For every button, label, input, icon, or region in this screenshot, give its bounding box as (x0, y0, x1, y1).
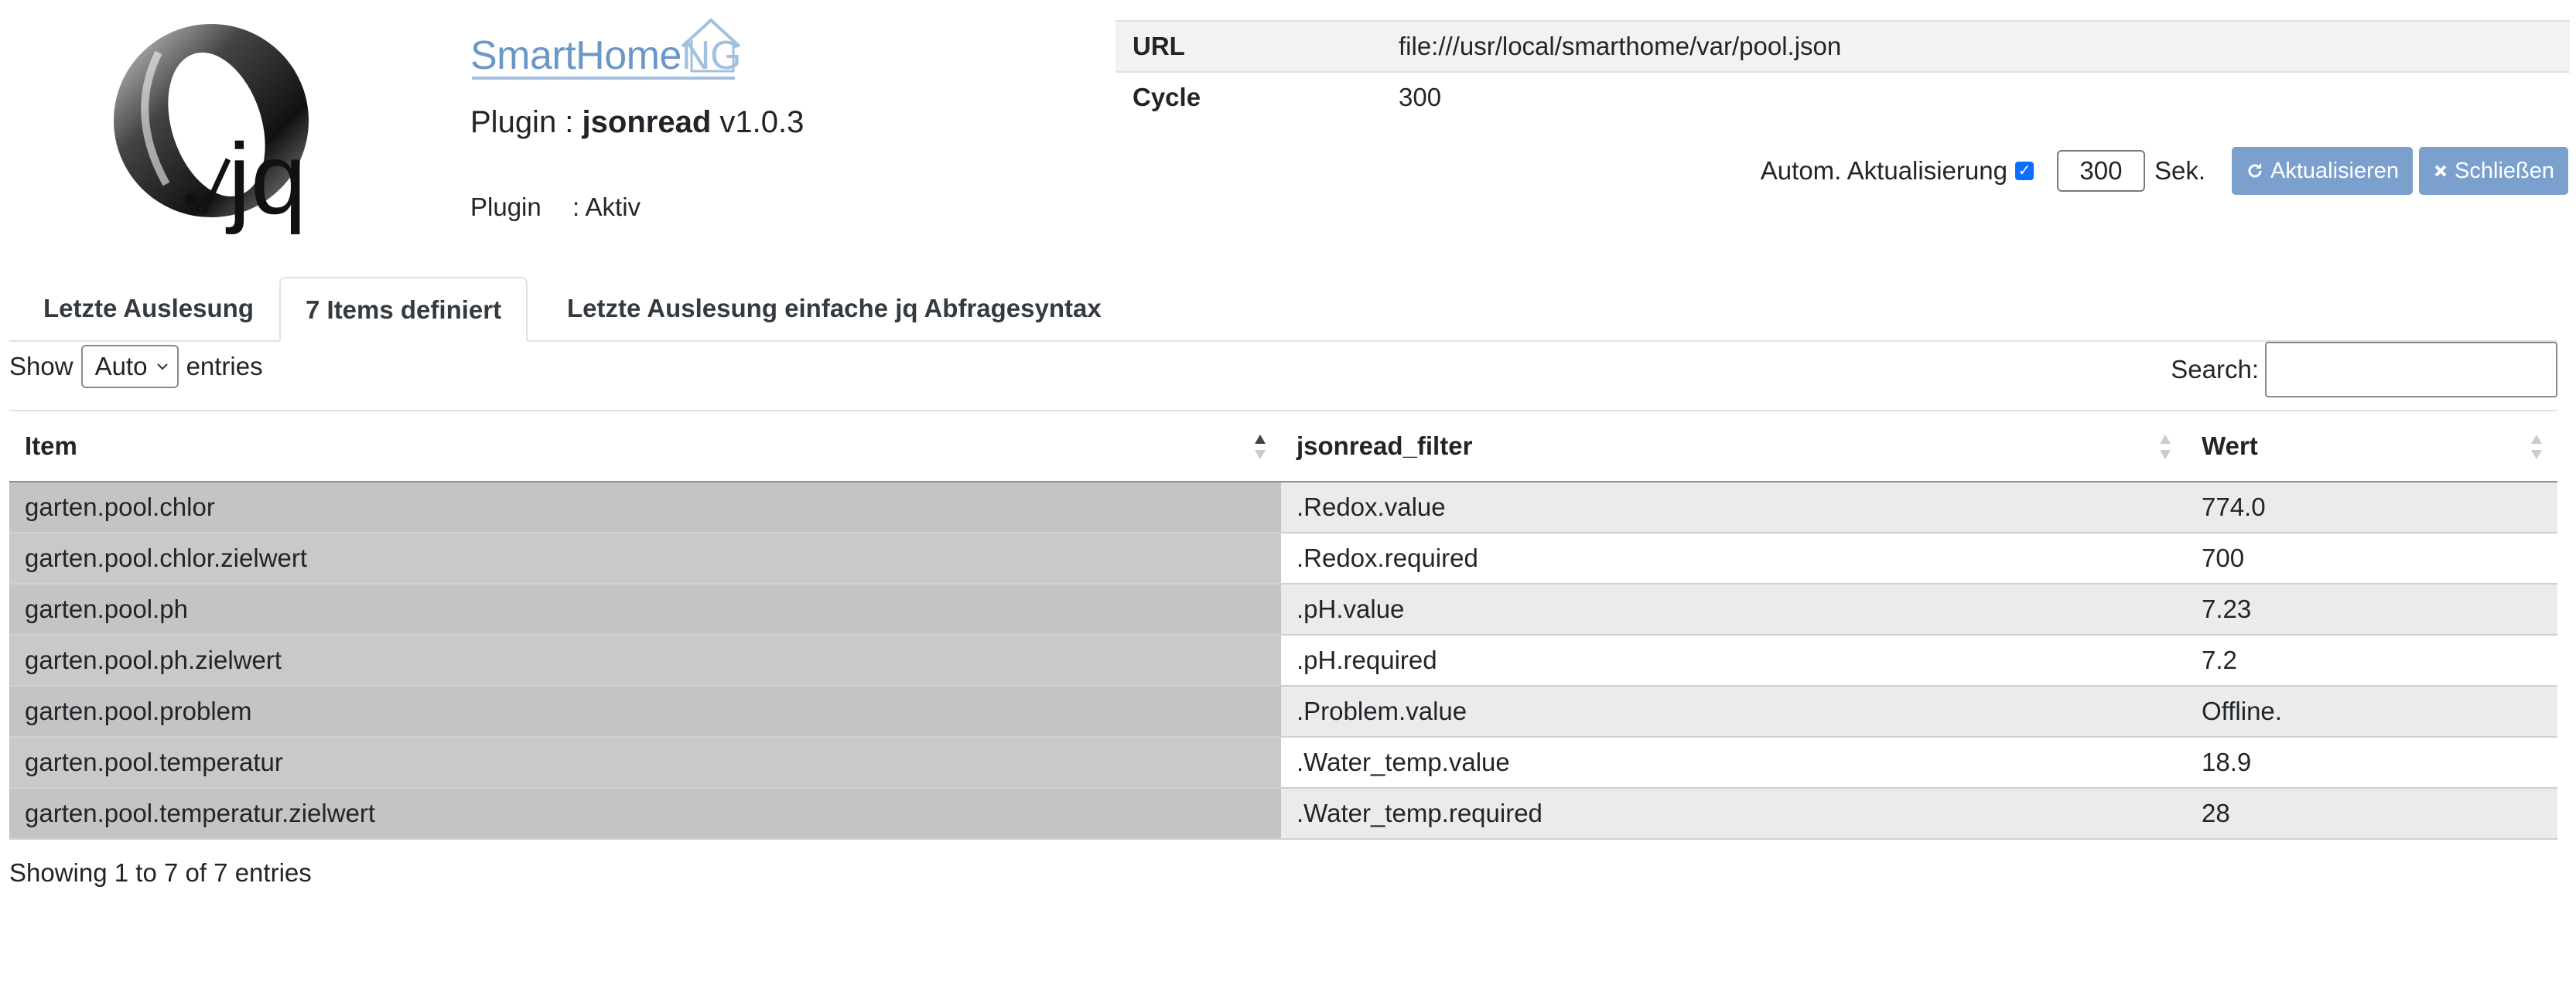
plugin-name: jsonread (582, 105, 712, 139)
table-row[interactable]: garten.pool.chlor .Redox.value 774.0 (9, 482, 2557, 534)
column-header-jsonread-filter[interactable]: jsonread_filter (1281, 410, 2186, 482)
chevron-down-icon (156, 363, 168, 370)
item-cell: garten.pool.ph.zielwert (9, 635, 1281, 687)
jq-logo: jq (112, 22, 356, 238)
table-row[interactable]: garten.pool.temperatur .Water_temp.value 1… (9, 737, 2557, 789)
entries-length-control: Show Auto entries (9, 345, 263, 388)
filter-cell: .Redox.value (1281, 482, 2186, 534)
item-cell: garten.pool.temperatur (9, 737, 1281, 789)
auto-refresh-bar: Autom. Aktualisierung ✓ 300 Sek. Aktuali… (1761, 147, 2568, 195)
refresh-button-label: Aktualisieren (2270, 158, 2400, 183)
value-cell: 700 (2186, 533, 2557, 585)
config-key: Cycle (1115, 71, 1382, 122)
table-row[interactable]: garten.pool.problem .Problem.value Offline… (9, 686, 2557, 738)
tab-last-reading-jq-syntax[interactable]: Letzte Auslesung einfache jq Abfragesynt… (542, 277, 1126, 340)
config-value: 300 (1382, 71, 2570, 122)
item-cell: garten.pool.chlor.zielwert (9, 533, 1281, 585)
refresh-icon (2248, 163, 2262, 178)
smarthomeng-logo: SmartHomeNG (470, 17, 741, 82)
entries-select[interactable]: Auto (80, 345, 179, 388)
value-cell: Offline. (2186, 686, 2557, 738)
items-table: Item jsonread_filter Wert garten.pool.ch… (9, 410, 2557, 840)
show-label: Show (9, 352, 73, 380)
plugin-status: Plugin: Aktiv (470, 193, 641, 221)
tab-bar: Letzte Auslesung 7 Items definiert Letzt… (9, 277, 2557, 342)
close-button-label: Schließen (2455, 158, 2554, 183)
column-header-item[interactable]: Item (9, 410, 1281, 482)
svg-text:jq: jq (225, 122, 306, 235)
brand-name: SmartHomeNG (470, 33, 741, 78)
entries-label: entries (186, 352, 263, 380)
refresh-interval-input[interactable]: 300 (2056, 150, 2145, 192)
filter-cell: .Redox.required (1281, 533, 2186, 585)
table-info: Showing 1 to 7 of 7 entries (9, 858, 312, 887)
config-key: URL (1115, 20, 1382, 72)
filter-cell: .Water_temp.required (1281, 788, 2186, 840)
table-row[interactable]: garten.pool.ph .pH.value 7.23 (9, 584, 2557, 636)
auto-refresh-label: Autom. Aktualisierung (1760, 156, 2007, 185)
value-cell: 7.23 (2186, 584, 2557, 636)
filter-cell: .pH.value (1281, 584, 2186, 636)
table-row[interactable]: garten.pool.ph.zielwert .pH.required 7.2 (9, 635, 2557, 687)
sort-icon (2531, 435, 2542, 459)
brand-underline (472, 77, 735, 80)
close-button[interactable]: Schließen (2419, 147, 2568, 195)
config-row-cycle: Cycle 300 (1115, 71, 2570, 122)
config-value: file:///usr/local/smarthome/var/pool.jso… (1382, 20, 2570, 72)
search-control: Search: (2171, 342, 2557, 397)
tab-last-reading[interactable]: Letzte Auslesung (19, 277, 278, 340)
search-label: Search: (2171, 355, 2259, 384)
value-cell: 774.0 (2186, 482, 2557, 534)
close-icon (2434, 165, 2447, 177)
filter-cell: .pH.required (1281, 635, 2186, 687)
filter-cell: .Problem.value (1281, 686, 2186, 738)
value-cell: 28 (2186, 788, 2557, 840)
sort-icon (1255, 435, 1266, 459)
item-cell: garten.pool.chlor (9, 482, 1281, 534)
table-header-row: Item jsonread_filter Wert (9, 410, 2557, 482)
sort-icon (2160, 435, 2171, 459)
auto-refresh-checkbox[interactable]: ✓ (2014, 162, 2034, 180)
value-cell: 18.9 (2186, 737, 2557, 789)
config-row-url: URL file:///usr/local/smarthome/var/pool… (1115, 20, 2570, 72)
filter-cell: .Water_temp.value (1281, 737, 2186, 789)
table-row[interactable]: garten.pool.chlor.zielwert .Redox.require… (9, 533, 2557, 585)
plugin-config-table: URL file:///usr/local/smarthome/var/pool… (1115, 20, 2570, 122)
search-input[interactable] (2265, 342, 2557, 397)
column-header-wert[interactable]: Wert (2186, 410, 2557, 482)
interval-unit: Sek. (2154, 156, 2205, 185)
tab-items-defined[interactable]: 7 Items definiert (279, 277, 528, 342)
item-cell: garten.pool.ph (9, 584, 1281, 636)
refresh-button[interactable]: Aktualisieren (2232, 147, 2414, 195)
item-cell: garten.pool.problem (9, 686, 1281, 738)
item-cell: garten.pool.temperatur.zielwert (9, 788, 1281, 840)
table-row[interactable]: garten.pool.temperatur.zielwert .Water_te… (9, 788, 2557, 840)
plugin-version: v1.0.3 (711, 105, 805, 139)
value-cell: 7.2 (2186, 635, 2557, 687)
plugin-title: Plugin : jsonread v1.0.3 (470, 105, 805, 139)
